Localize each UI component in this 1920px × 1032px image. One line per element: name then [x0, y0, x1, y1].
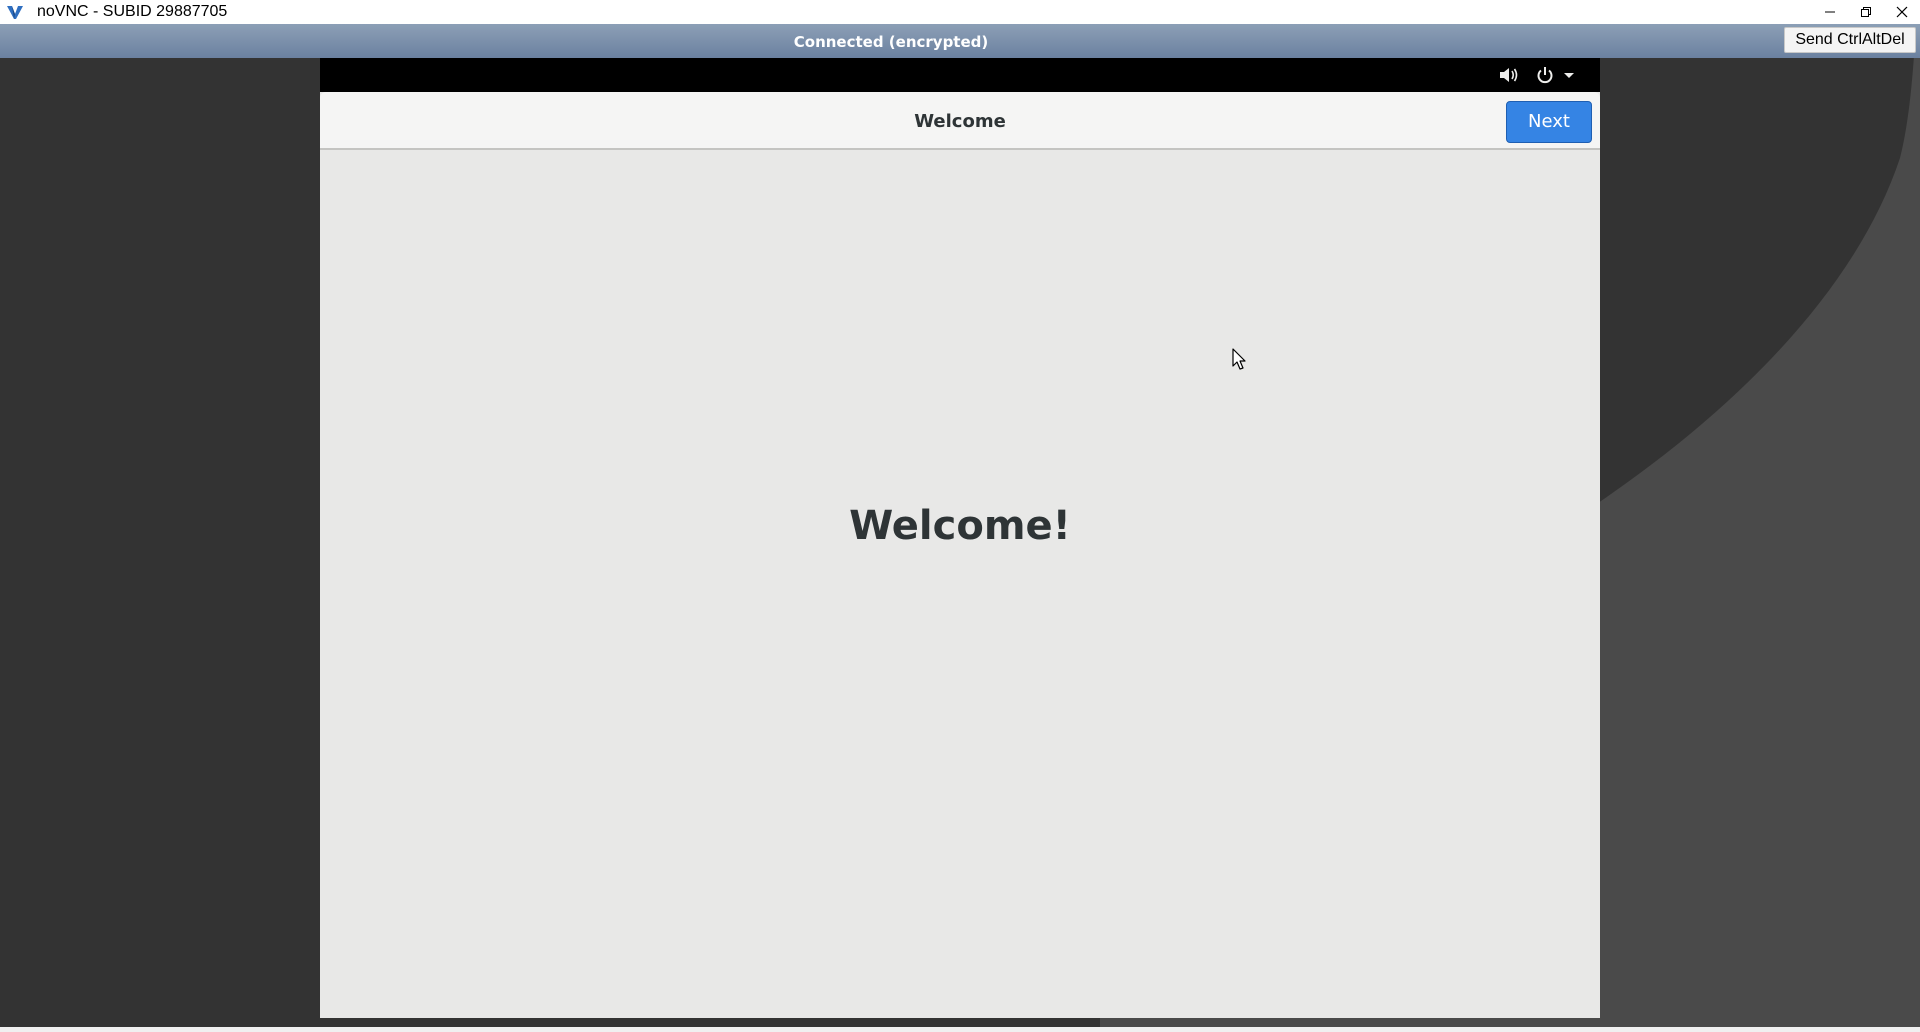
- menu-arrow-icon[interactable]: [1562, 65, 1576, 85]
- mouse-pointer-icon: [1232, 348, 1246, 370]
- restore-icon: [1861, 7, 1871, 17]
- close-icon: [1896, 6, 1908, 18]
- connection-status: Connected (encrypted): [793, 33, 989, 51]
- window-title: noVNC - SUBID 29887705: [37, 3, 228, 20]
- setup-header: Welcome Next: [320, 92, 1600, 150]
- novnc-status-bar: Connected (encrypted) Send CtrlAltDel: [0, 24, 1920, 58]
- power-icon[interactable]: [1534, 65, 1556, 85]
- setup-window: Welcome Next Welcome!: [320, 92, 1600, 1018]
- minimize-button[interactable]: [1812, 0, 1848, 24]
- next-button[interactable]: Next: [1506, 101, 1592, 143]
- bottom-strip: [0, 1027, 1920, 1032]
- minimize-icon: [1825, 11, 1835, 13]
- header-title: Welcome: [914, 111, 1006, 132]
- window-titlebar: noVNC - SUBID 29887705: [0, 0, 1920, 24]
- welcome-heading: Welcome!: [849, 503, 1071, 549]
- restore-button[interactable]: [1848, 0, 1884, 24]
- remote-screen[interactable]: Welcome Next Welcome!: [320, 58, 1600, 1018]
- gnome-top-bar: [320, 58, 1600, 92]
- send-ctrl-alt-del-button[interactable]: Send CtrlAltDel: [1784, 27, 1916, 53]
- close-button[interactable]: [1884, 0, 1920, 24]
- novnc-logo-icon: [7, 6, 23, 19]
- volume-icon[interactable]: [1498, 65, 1520, 85]
